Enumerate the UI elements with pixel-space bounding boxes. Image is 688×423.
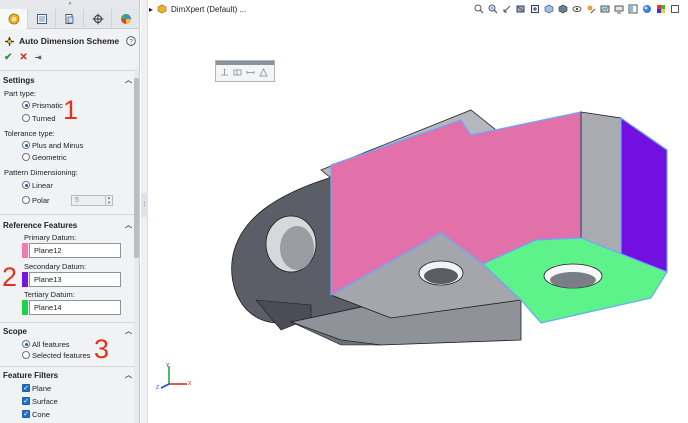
model-tertiary-face-hole-inner <box>550 272 596 288</box>
svg-text:X: X <box>188 381 192 387</box>
checkbox-cone[interactable]: ✓ <box>22 410 30 418</box>
cancel-button[interactable]: ✕ <box>19 53 27 63</box>
tab-feature-manager[interactable] <box>0 9 28 29</box>
panel-scrollbar[interactable] <box>134 68 139 423</box>
primary-datum-color-swatch <box>22 243 28 258</box>
ok-button[interactable]: ✔ <box>4 53 12 63</box>
group-separator <box>0 214 134 215</box>
tertiary-datum-color-swatch <box>22 300 28 315</box>
stepper-down-icon[interactable]: ▼ <box>105 200 112 205</box>
checkbox-plane-label[interactable]: Plane <box>32 384 51 393</box>
tab-property-manager[interactable] <box>28 9 56 29</box>
property-manager-header: Auto Dimension Scheme ? <box>0 31 139 51</box>
keep-visible-pin-icon[interactable]: ⇥ <box>35 53 42 63</box>
checkbox-surface[interactable]: ✓ <box>22 397 30 405</box>
feature-filters-heading: Feature Filters <box>3 370 59 380</box>
collapse-caret-icon[interactable]: ︿ <box>125 326 132 336</box>
radio-all-features[interactable] <box>22 340 30 348</box>
checkbox-plane[interactable]: ✓ <box>22 384 30 392</box>
secondary-datum-color-swatch <box>22 272 28 287</box>
property-manager-title: Auto Dimension Scheme <box>19 36 120 46</box>
radio-prismatic[interactable] <box>22 101 30 109</box>
panel-scrollbar-thumb[interactable] <box>134 78 139 258</box>
radio-polar-label[interactable]: Polar <box>32 196 50 205</box>
scope-heading: Scope <box>3 326 28 336</box>
group-separator <box>0 366 134 367</box>
collapse-caret-icon[interactable]: ︿ <box>125 370 132 380</box>
radio-turned-label[interactable]: Turned <box>32 114 56 123</box>
feature-manager-icon <box>8 13 19 25</box>
polar-count-value: 5 <box>75 197 79 204</box>
radio-polar[interactable] <box>22 196 30 204</box>
reference-features-group-header[interactable]: Reference Features ︿ <box>0 219 132 231</box>
model-right-vertical-face[interactable] <box>580 111 622 259</box>
primary-datum-field[interactable]: Plane12 <box>29 243 121 258</box>
svg-text:Z: Z <box>156 385 159 390</box>
configuration-manager-icon <box>65 14 73 24</box>
panel-collapse-handle[interactable]: « <box>0 0 139 9</box>
pattern-dimensioning-label: Pattern Dimensioning: <box>4 168 78 177</box>
model-middle-hole-inner <box>424 268 458 284</box>
graphics-viewport[interactable]: ⁞ ▸ DimXpert (Default) ... Y X Z <box>141 0 688 423</box>
step-callout-1: 1 <box>63 95 79 125</box>
settings-heading: Settings <box>3 75 35 85</box>
secondary-datum-field[interactable]: Plane13 <box>29 272 121 287</box>
tertiary-datum-field[interactable]: Plane14 <box>29 300 121 315</box>
collapse-caret-icon[interactable]: ︿ <box>125 220 132 230</box>
radio-selected-features-label[interactable]: Selected features <box>32 351 90 360</box>
radio-geometric[interactable] <box>22 153 30 161</box>
property-manager-icon <box>36 14 47 24</box>
step-callout-2: 2 <box>2 262 18 292</box>
group-separator <box>0 322 134 323</box>
radio-turned[interactable] <box>22 114 30 122</box>
radio-prismatic-label[interactable]: Prismatic <box>32 101 63 110</box>
scope-group-header[interactable]: Scope ︿ <box>0 325 132 337</box>
part-type-label: Part type: <box>4 89 37 98</box>
tab-configuration-manager[interactable] <box>56 9 84 29</box>
property-manager-actions: ✔ ✕ ⇥ <box>0 51 139 65</box>
tertiary-datum-label: Tertiary Datum: <box>24 290 75 299</box>
part-model-view[interactable] <box>141 0 688 423</box>
svg-text:?: ? <box>129 38 133 45</box>
primary-datum-label: Primary Datum: <box>24 233 77 242</box>
radio-linear[interactable] <box>22 181 30 189</box>
feature-filters-group-header[interactable]: Feature Filters ︿ <box>0 369 132 381</box>
tab-display-manager[interactable] <box>112 9 139 29</box>
step-callout-3: 3 <box>94 334 110 364</box>
secondary-datum-label: Secondary Datum: <box>24 262 87 271</box>
group-separator <box>0 70 134 71</box>
model-flange-hole-inner <box>280 226 314 270</box>
tolerance-type-label: Tolerance type: <box>4 129 55 138</box>
checkbox-surface-label[interactable]: Surface <box>32 397 58 406</box>
collapse-caret-icon[interactable]: ︿ <box>125 75 132 85</box>
manager-tab-bar <box>0 9 139 29</box>
auto-dimension-scheme-icon <box>5 36 14 46</box>
settings-group-header[interactable]: Settings ︿ <box>0 74 132 86</box>
reference-features-heading: Reference Features <box>3 220 78 230</box>
radio-selected-features[interactable] <box>22 351 30 359</box>
checkbox-cone-label[interactable]: Cone <box>32 410 50 419</box>
dimxpert-manager-icon <box>92 13 103 25</box>
property-manager-panel: « Auto Dimension Scheme ? ✔ ✕ ⇥ Settings… <box>0 0 140 423</box>
radio-plus-and-minus-label[interactable]: Plus and Minus <box>32 141 83 150</box>
model-secondary-datum-face[interactable] <box>620 116 668 273</box>
reference-triad: Y X Z <box>156 363 192 390</box>
help-icon[interactable]: ? <box>126 36 136 46</box>
radio-geometric-label[interactable]: Geometric <box>32 153 67 162</box>
radio-linear-label[interactable]: Linear <box>32 181 53 190</box>
tab-dimxpert-manager[interactable] <box>84 9 112 29</box>
display-manager-icon <box>120 14 131 24</box>
polar-count-stepper[interactable]: 5 ▲ ▼ <box>71 195 113 206</box>
radio-plus-and-minus[interactable] <box>22 141 30 149</box>
radio-all-features-label[interactable]: All features <box>32 340 70 349</box>
